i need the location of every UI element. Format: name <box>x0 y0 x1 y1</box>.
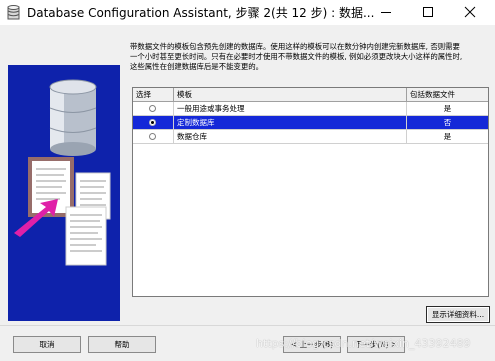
window-title: Database Configuration Assistant, 步骤 2(共… <box>27 6 375 20</box>
database-documents-illustration <box>8 65 120 321</box>
row-select-cell[interactable] <box>133 116 174 130</box>
show-details-button[interactable]: 显示详细资料... <box>426 306 490 323</box>
table-header: 选择 模板 包括数据文件 <box>133 88 488 102</box>
radio-button-checked[interactable] <box>149 119 156 126</box>
description-line: 这些属性在创建数据库后是不能变更的。 <box>130 62 264 71</box>
radio-button[interactable] <box>149 133 156 140</box>
button-bar-divider <box>0 325 495 326</box>
radio-button[interactable] <box>149 105 156 112</box>
description-line: 带数据文件的模板包含预先创建的数据库。使用这样的模板可以在数分钟内创建完新数据库… <box>130 42 460 51</box>
description-text: 带数据文件的模板包含预先创建的数据库。使用这样的模板可以在数分钟内创建完新数据库… <box>130 42 490 72</box>
column-header-select[interactable]: 选择 <box>133 88 174 101</box>
close-button[interactable] <box>449 0 491 25</box>
minimize-icon <box>381 12 391 13</box>
maximize-icon <box>423 7 433 17</box>
close-icon <box>464 6 476 18</box>
database-app-icon <box>7 5 20 20</box>
dbca-window: Database Configuration Assistant, 步骤 2(共… <box>0 0 495 361</box>
table-row[interactable]: 数据仓库 是 <box>133 130 488 144</box>
description-line: 一个小时甚至更长时间。只有在必要时才使用不带数据文件的模板, 例如必须更改块大小… <box>130 52 463 61</box>
cancel-button[interactable]: 取消 <box>13 336 81 353</box>
title-bar: Database Configuration Assistant, 步骤 2(共… <box>0 0 495 25</box>
row-select-cell[interactable] <box>133 130 174 144</box>
includes-datafiles-cell: 否 <box>443 118 452 127</box>
template-name-cell: 定制数据库 <box>174 116 407 130</box>
includes-datafiles-cell: 是 <box>443 104 452 113</box>
next-button[interactable]: 下一步(N) > <box>347 336 405 353</box>
maximize-button[interactable] <box>407 0 449 25</box>
template-name-cell: 数据仓库 <box>174 130 407 144</box>
column-header-template[interactable]: 模板 <box>174 88 407 101</box>
table-row-selected[interactable]: 定制数据库 否 <box>133 116 488 130</box>
includes-datafiles-cell: 是 <box>443 132 452 141</box>
back-button[interactable]: < 上一步(B) <box>283 336 341 353</box>
table-row[interactable]: 一般用途或事务处理 是 <box>133 102 488 116</box>
minimize-button[interactable] <box>365 0 407 25</box>
row-select-cell[interactable] <box>133 102 174 116</box>
template-table: 选择 模板 包括数据文件 一般用途或事务处理 是 定制数据库 否 数据仓库 是 <box>132 87 489 297</box>
help-button[interactable]: 帮助 <box>88 336 156 353</box>
column-header-includes-datafiles[interactable]: 包括数据文件 <box>407 88 488 101</box>
template-name-cell: 一般用途或事务处理 <box>174 102 407 116</box>
wizard-content: 带数据文件的模板包含预先创建的数据库。使用这样的模板可以在数分钟内创建完新数据库… <box>0 25 495 361</box>
